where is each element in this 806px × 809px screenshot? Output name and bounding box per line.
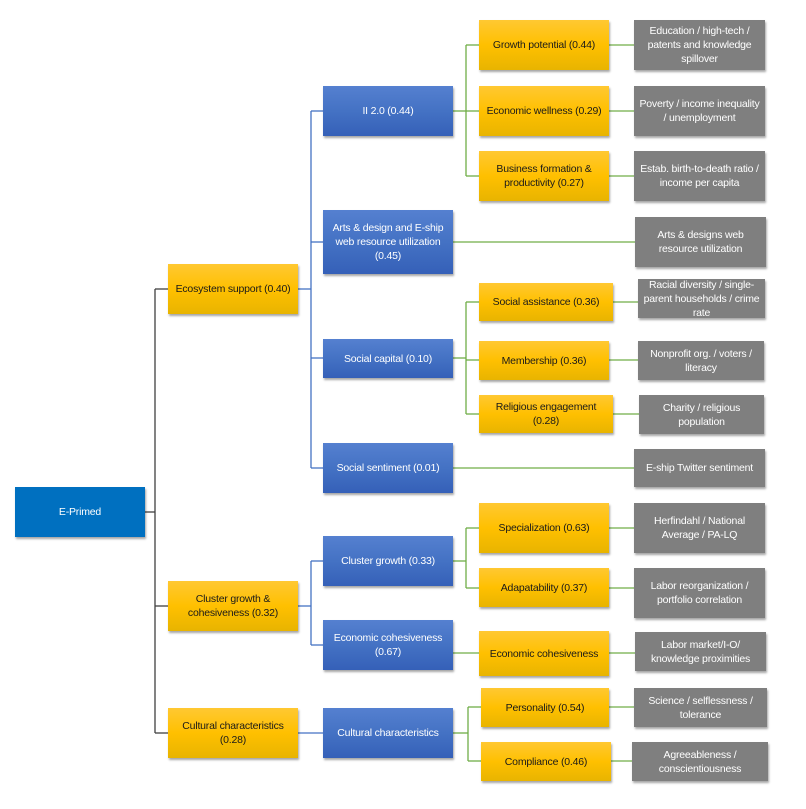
node-label: Arts & design and E-ship web resource ut… [332, 222, 444, 262]
node-label: Adapatability (0.37) [500, 581, 588, 594]
node-ii-2-0: II 2.0 (0.44) [323, 86, 453, 136]
node-label: Cluster growth & cohesiveness (0.32) [187, 593, 279, 619]
node-ind-herfindahl: Herfindahl / National Average / PA-LQ [634, 503, 765, 553]
node-label: Labor market/I-O/ knowledge proximities [650, 638, 751, 665]
node-label: E-ship Twitter sentiment [645, 462, 754, 474]
node-label: II 2.0 (0.44) [362, 105, 414, 117]
node-label: Social capital (0.10) [343, 352, 432, 365]
node-label: Compliance (0.46) [504, 755, 588, 768]
node-ind-arts: Arts & designs web resource utilization [635, 217, 766, 267]
node-ind-nonprofit: Nonprofit org. / voters / literacy [638, 341, 764, 380]
node-label: Business formation & productivity (0.27) [496, 163, 592, 189]
node-cluster-growth-cohesiveness: Cluster growth & cohesiveness (0.32) [168, 581, 298, 631]
node-economic-wellness: Economic wellness (0.29) [479, 86, 609, 136]
node-ind-estab: Estab. birth-to-death ratio / income per… [634, 151, 765, 201]
node-ind-poverty: Poverty / income inequality / unemployme… [634, 86, 765, 136]
node-label: Growth potential (0.44) [492, 39, 596, 51]
node-economic-cohesiveness-l3: Economic cohesiveness [479, 631, 609, 676]
node-cultural-characteristics-l1: Cultural characteristics (0.28) [168, 708, 298, 758]
node-label: E-Primed [58, 506, 102, 518]
node-label: Ecosystem support (0.40) [175, 283, 291, 295]
node-economic-cohesiveness-l2: Economic cohesiveness (0.67) [323, 620, 453, 670]
node-label: Economic cohesiveness (0.67) [333, 632, 443, 658]
node-label: Nonprofit org. / voters / literacy [650, 347, 752, 374]
node-arts-design: Arts & design and E-ship web resource ut… [323, 210, 453, 274]
node-label: Arts & designs web resource utilization [657, 229, 744, 255]
node-label: Economic wellness (0.29) [486, 105, 602, 117]
node-compliance: Compliance (0.46) [481, 742, 611, 781]
node-label: Social sentiment (0.01) [336, 462, 440, 474]
node-ind-racial: Racial diversity / single-parent househo… [638, 278, 765, 319]
node-label: Cultural characteristics [337, 727, 439, 739]
node-label: Poverty / income inequality / unemployme… [639, 98, 760, 124]
node-ind-charity: Charity / religious population [639, 395, 764, 434]
node-label: Racial diversity / single-parent househo… [643, 278, 760, 319]
node-ind-labor-market: Labor market/I-O/ knowledge proximities [635, 632, 766, 671]
node-label: Herfindahl / National Average / PA-LQ [654, 515, 745, 541]
node-label: Religious engagement (0.28) [495, 401, 597, 427]
node-ind-science: Science / selflessness / tolerance [634, 688, 767, 727]
node-ind-agreeableness: Agreeableness / conscientiousness [632, 742, 768, 781]
node-root: E-Primed [15, 487, 145, 537]
node-label: Labor reorganization / portfolio correla… [650, 580, 749, 606]
node-religious-engagement: Religious engagement (0.28) [479, 395, 613, 433]
node-adaptability: Adapatability (0.37) [479, 568, 609, 607]
node-ind-education: Education / high-tech / patents and know… [634, 20, 765, 70]
node-label: Cultural characteristics (0.28) [182, 720, 284, 746]
node-label: Personality (0.54) [505, 701, 585, 714]
node-social-assistance: Social assistance (0.36) [479, 283, 613, 321]
node-label: Agreeableness / conscientiousness [658, 748, 742, 775]
node-social-sentiment: Social sentiment (0.01) [323, 443, 453, 493]
node-cluster-growth: Cluster growth (0.33) [323, 536, 453, 586]
node-ind-labor-reorg: Labor reorganization / portfolio correla… [634, 568, 765, 618]
node-specialization: Specialization (0.63) [479, 503, 609, 553]
node-label: Cluster growth (0.33) [341, 555, 435, 567]
node-label: Education / high-tech / patents and know… [647, 25, 752, 65]
node-ind-twitter: E-ship Twitter sentiment [634, 449, 765, 487]
node-personality: Personality (0.54) [481, 688, 609, 727]
node-ecosystem-support: Ecosystem support (0.40) [168, 264, 298, 314]
node-label: Economic cohesiveness [489, 647, 599, 660]
node-label: Specialization (0.63) [498, 522, 590, 534]
node-label: Charity / religious population [662, 401, 741, 428]
node-label: Estab. birth-to-death ratio / income per… [640, 163, 759, 189]
node-label: Social assistance (0.36) [492, 296, 600, 308]
node-business-formation: Business formation & productivity (0.27) [479, 151, 609, 201]
node-social-capital: Social capital (0.10) [323, 339, 453, 378]
node-cultural-characteristics-l2: Cultural characteristics [323, 708, 453, 758]
node-growth-potential: Growth potential (0.44) [479, 20, 609, 70]
node-label: Science / selflessness / tolerance [648, 694, 753, 721]
node-membership: Membership (0.36) [479, 341, 609, 380]
node-label: Membership (0.36) [501, 354, 587, 367]
